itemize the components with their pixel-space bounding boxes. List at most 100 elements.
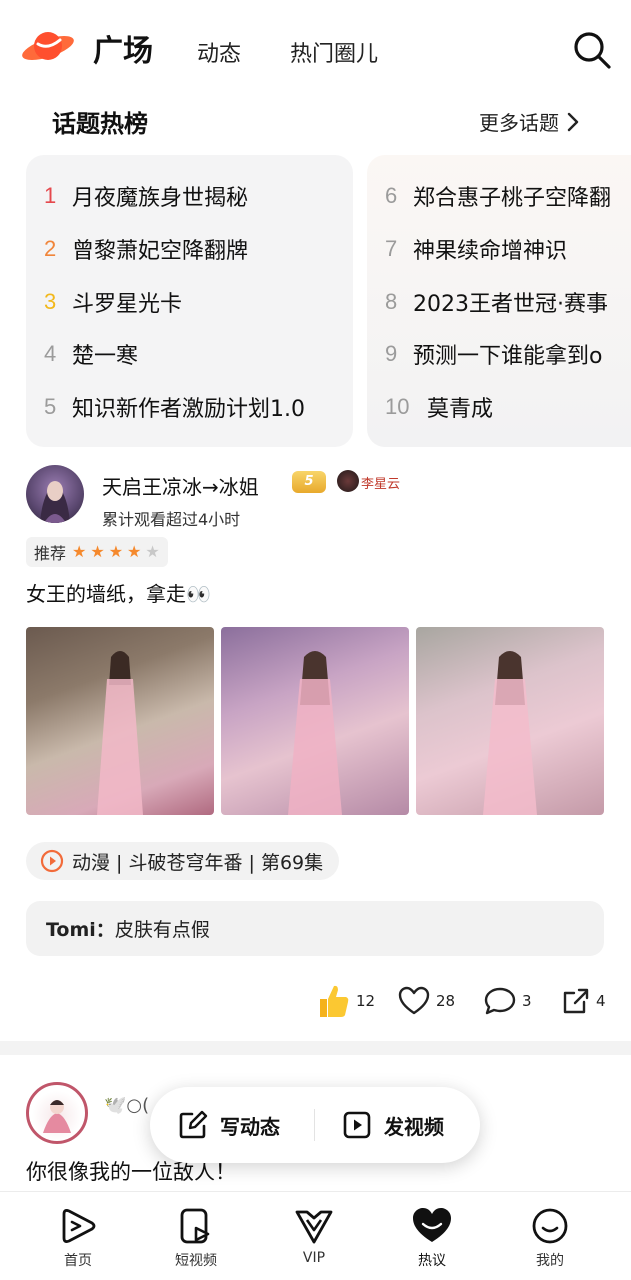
topic-item[interactable]: 4 楚一寒 [44, 337, 138, 371]
play-circle-icon [40, 849, 64, 873]
nav-mine[interactable]: 我的 [500, 1192, 600, 1280]
watch-time-label: 累计观看超过4小时 [102, 510, 241, 529]
topic-item[interactable]: 5 知识新作者激励计划1.0 [44, 390, 305, 424]
tag-name[interactable]: 李星云 [361, 473, 400, 492]
thumbs-up-icon [320, 985, 349, 1017]
topic-item[interactable]: 6 郑合惠子桃子空降翻 [385, 179, 611, 213]
more-topics-link[interactable]: 更多话题 [479, 107, 579, 136]
post-video-button[interactable]: 发视频 [342, 1087, 444, 1163]
post-image-2[interactable] [221, 627, 409, 815]
star-icon: ★ [72, 542, 87, 561]
rank-number: 3 [44, 289, 57, 314]
anime-source-label: 动漫 | 斗破苍穹年番 | 第69集 [72, 851, 324, 874]
vip-crown-icon [295, 1210, 333, 1244]
page-title: 广场 [93, 34, 153, 69]
bottom-nav: 首页 短视频 VIP 热议 我的 [0, 1191, 631, 1280]
tag-avatar [337, 470, 359, 492]
figure-illustration [483, 651, 537, 815]
comment-count: 3 [522, 992, 532, 1010]
tab-hot-circles[interactable]: 热门圈儿 [290, 36, 378, 68]
star-icon: ★ [108, 542, 124, 561]
avatar-portrait [43, 1100, 71, 1133]
like-button[interactable]: 12 [316, 983, 375, 1019]
create-post-fab: 写动态 发视频 [150, 1087, 480, 1163]
post-image-1[interactable] [26, 627, 214, 815]
topic-label: 郑合惠子桃子空降翻 [413, 186, 612, 211]
favorite-count: 28 [436, 992, 456, 1010]
short-video-icon [180, 1208, 210, 1244]
like-count: 12 [356, 992, 376, 1010]
topic-label: 预测一下谁能拿到o [413, 344, 603, 369]
share-count: 4 [596, 992, 606, 1010]
nav-label: 我的 [536, 1253, 564, 1269]
rank-number: 6 [385, 183, 398, 208]
write-post-button[interactable]: 写动态 [178, 1087, 280, 1163]
comment-bubble-icon [484, 987, 516, 1015]
topic-item[interactable]: 3 斗罗星光卡 [44, 285, 182, 319]
post-image-3[interactable] [416, 627, 604, 815]
star-icon: ★ [90, 542, 105, 561]
topic-label: 曾黎萧妃空降翻牌 [72, 239, 249, 264]
comment-text: 皮肤有点假 [114, 919, 210, 941]
video-play-icon [343, 1111, 371, 1139]
comment-username: Tomi： [46, 919, 115, 941]
recommend-rating: 推荐 ★ ★ ★ ★ ★ [26, 537, 168, 567]
topic-label: 斗罗星光卡 [72, 292, 183, 317]
rank-number: 2 [44, 236, 57, 261]
feed-divider [0, 1041, 631, 1055]
share-icon [563, 988, 589, 1014]
rank-number: 8 [385, 289, 398, 314]
topic-item[interactable]: 9 预测一下谁能拿到o [385, 337, 602, 371]
nav-vip[interactable]: VIP [264, 1192, 364, 1280]
rank-number: 5 [44, 394, 57, 419]
figure-illustration [97, 651, 143, 815]
star-icon: ★ [127, 542, 142, 561]
post-text: 女王的墙纸，拿走👀 [26, 582, 211, 606]
topic-card-2: 6 郑合惠子桃子空降翻 7 神果续命增神识 8 2023王者世冠·赛事 9 预测… [367, 155, 631, 447]
star-empty-icon: ★ [145, 542, 160, 561]
topic-item[interactable]: 1 月夜魔族身世揭秘 [44, 179, 248, 213]
smiley-icon [532, 1208, 568, 1244]
rank-number: 9 [385, 341, 398, 366]
nav-label: 热议 [418, 1253, 446, 1269]
edit-icon [179, 1110, 208, 1139]
app-logo-icon[interactable] [20, 24, 76, 68]
topic-item[interactable]: 2 曾黎萧妃空降翻牌 [44, 232, 248, 266]
topic-item[interactable]: 8 2023王者世冠·赛事 [385, 285, 608, 319]
share-button[interactable]: 4 [562, 983, 606, 1019]
top-header: 广场 动态 热门圈儿 [0, 0, 631, 92]
topic-label: 神果续命增神识 [413, 239, 568, 264]
more-topics-label: 更多话题 [479, 111, 559, 135]
topic-label: 莫青成 [427, 397, 494, 422]
topic-label: 月夜魔族身世揭秘 [72, 186, 249, 211]
avatar[interactable] [26, 465, 84, 523]
avatar[interactable] [26, 1082, 88, 1144]
search-icon[interactable] [572, 30, 612, 70]
recommend-label: 推荐 [34, 544, 67, 563]
nav-short-video[interactable]: 短视频 [146, 1192, 246, 1280]
nav-hot-discussion[interactable]: 热议 [382, 1192, 482, 1280]
nav-label: 短视频 [175, 1253, 217, 1269]
topic-label: 知识新作者激励计划1.0 [72, 397, 305, 422]
level-badge: 5 [292, 471, 326, 493]
rank-number: 7 [385, 236, 398, 261]
nav-label: VIP [302, 1250, 326, 1266]
chevron-right-icon [567, 112, 579, 131]
tab-dynamic[interactable]: 动态 [197, 36, 241, 68]
write-post-label: 写动态 [220, 1114, 280, 1139]
nav-home[interactable]: 首页 [28, 1192, 128, 1280]
favorite-button[interactable]: 28 [398, 983, 455, 1019]
nav-label: 首页 [64, 1253, 92, 1269]
topic-item[interactable]: 10 莫青成 [385, 390, 493, 424]
topic-label: 2023王者世冠·赛事 [413, 292, 608, 317]
post-username[interactable]: 天启王凉冰→冰姐 [102, 471, 259, 500]
post-username[interactable]: 🕊️○( [104, 1095, 149, 1116]
fab-divider [314, 1109, 315, 1141]
top-comment[interactable]: Tomi： 皮肤有点假 [26, 901, 604, 956]
rank-number: 4 [44, 341, 57, 366]
topic-item[interactable]: 7 神果续命增神识 [385, 232, 567, 266]
home-play-icon [62, 1209, 96, 1243]
rank-number: 10 [385, 394, 410, 419]
anime-source-pill[interactable]: 动漫 | 斗破苍穹年番 | 第69集 [26, 842, 340, 880]
comment-button[interactable]: 3 [484, 983, 532, 1019]
